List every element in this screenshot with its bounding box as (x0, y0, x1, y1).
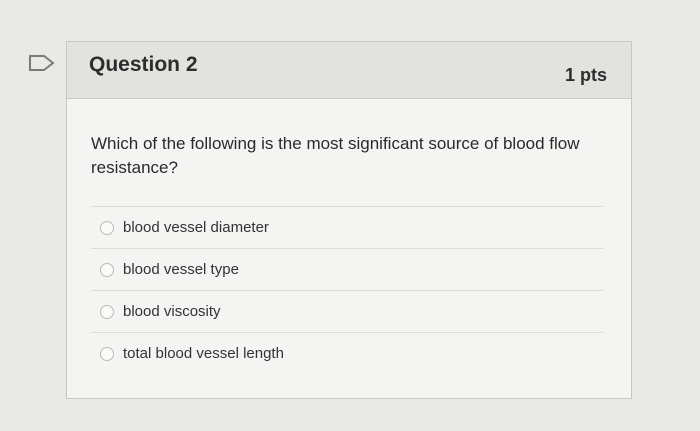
answer-label: blood vessel type (123, 261, 239, 278)
answer-label: total blood vessel length (123, 345, 284, 362)
flag-icon[interactable] (24, 52, 58, 74)
answer-option[interactable]: blood vessel type (91, 248, 603, 290)
question-header: Question 2 1 pts (67, 42, 631, 99)
question-text: Which of the following is the most signi… (91, 134, 580, 177)
question-card: Question 2 1 pts Which of the following … (66, 41, 632, 399)
answer-option[interactable]: total blood vessel length (91, 332, 603, 374)
radio-button-icon[interactable] (100, 304, 114, 319)
answer-option[interactable]: blood viscosity (91, 290, 603, 332)
answer-label: blood vessel diameter (123, 219, 269, 236)
answer-option[interactable]: blood vessel diameter (91, 206, 603, 248)
radio-button-icon[interactable] (100, 262, 114, 277)
answer-list: blood vessel diameter blood vessel type … (91, 206, 603, 374)
radio-button-icon[interactable] (100, 220, 114, 235)
question-title: Question 2 (89, 53, 198, 76)
radio-button-icon[interactable] (100, 346, 114, 361)
answer-label: blood viscosity (123, 303, 221, 320)
question-points: 1 pts (564, 65, 607, 85)
